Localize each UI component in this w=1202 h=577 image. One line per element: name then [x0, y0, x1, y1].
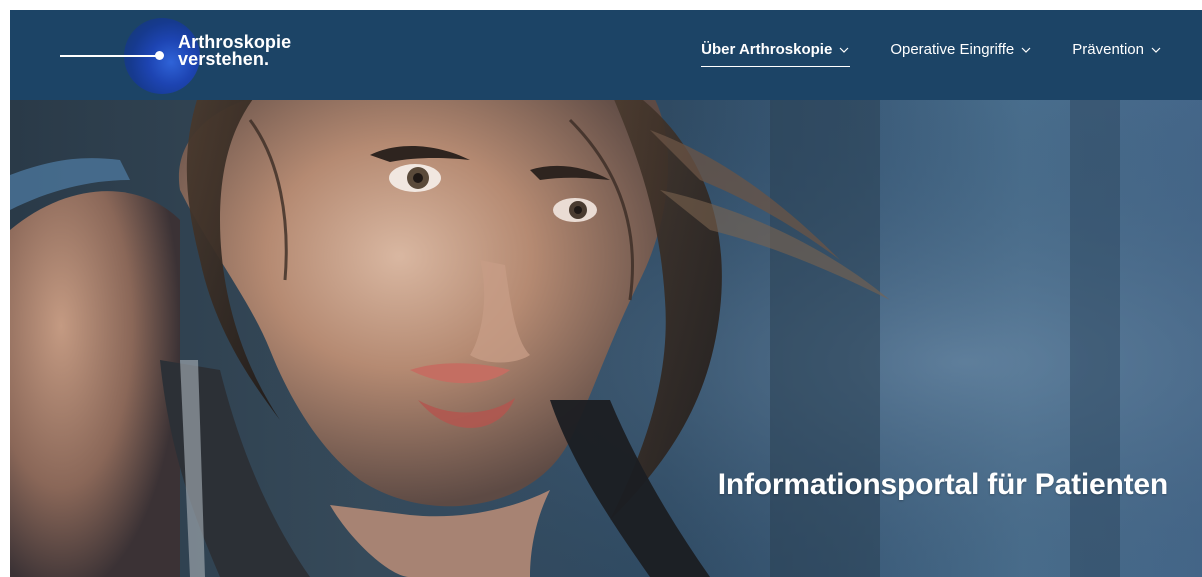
main-nav: Über Arthroskopie Operative Eingriffe Pr…: [701, 40, 1162, 67]
nav-item-operative-eingriffe[interactable]: Operative Eingriffe: [890, 40, 1032, 66]
nav-item-label: Operative Eingriffe: [890, 41, 1015, 58]
hero-banner: Informationsportal für Patienten: [10, 100, 1202, 577]
hero-photo: [10, 100, 1202, 577]
page-frame: Arthroskopie verstehen. Über Arthroskopi…: [10, 10, 1202, 577]
nav-item-ueber-arthroskopie[interactable]: Über Arthroskopie: [701, 40, 851, 67]
nav-item-label: Über Arthroskopie: [701, 41, 833, 58]
logo-text: Arthroskopie verstehen.: [178, 33, 291, 69]
hero-title: Informationsportal für Patienten: [717, 468, 1168, 501]
logo-line-2: verstehen.: [178, 49, 270, 69]
nav-item-praevention[interactable]: Prävention: [1072, 40, 1162, 66]
logo-line: [60, 55, 160, 57]
top-navigation-bar: Arthroskopie verstehen. Über Arthroskopi…: [10, 10, 1202, 100]
site-logo[interactable]: Arthroskopie verstehen.: [10, 10, 330, 100]
chevron-down-icon: [1151, 47, 1161, 53]
chevron-down-icon: [1021, 47, 1031, 53]
logo-dot: [155, 51, 164, 60]
nav-item-label: Prävention: [1072, 41, 1144, 58]
chevron-down-icon: [839, 47, 849, 53]
